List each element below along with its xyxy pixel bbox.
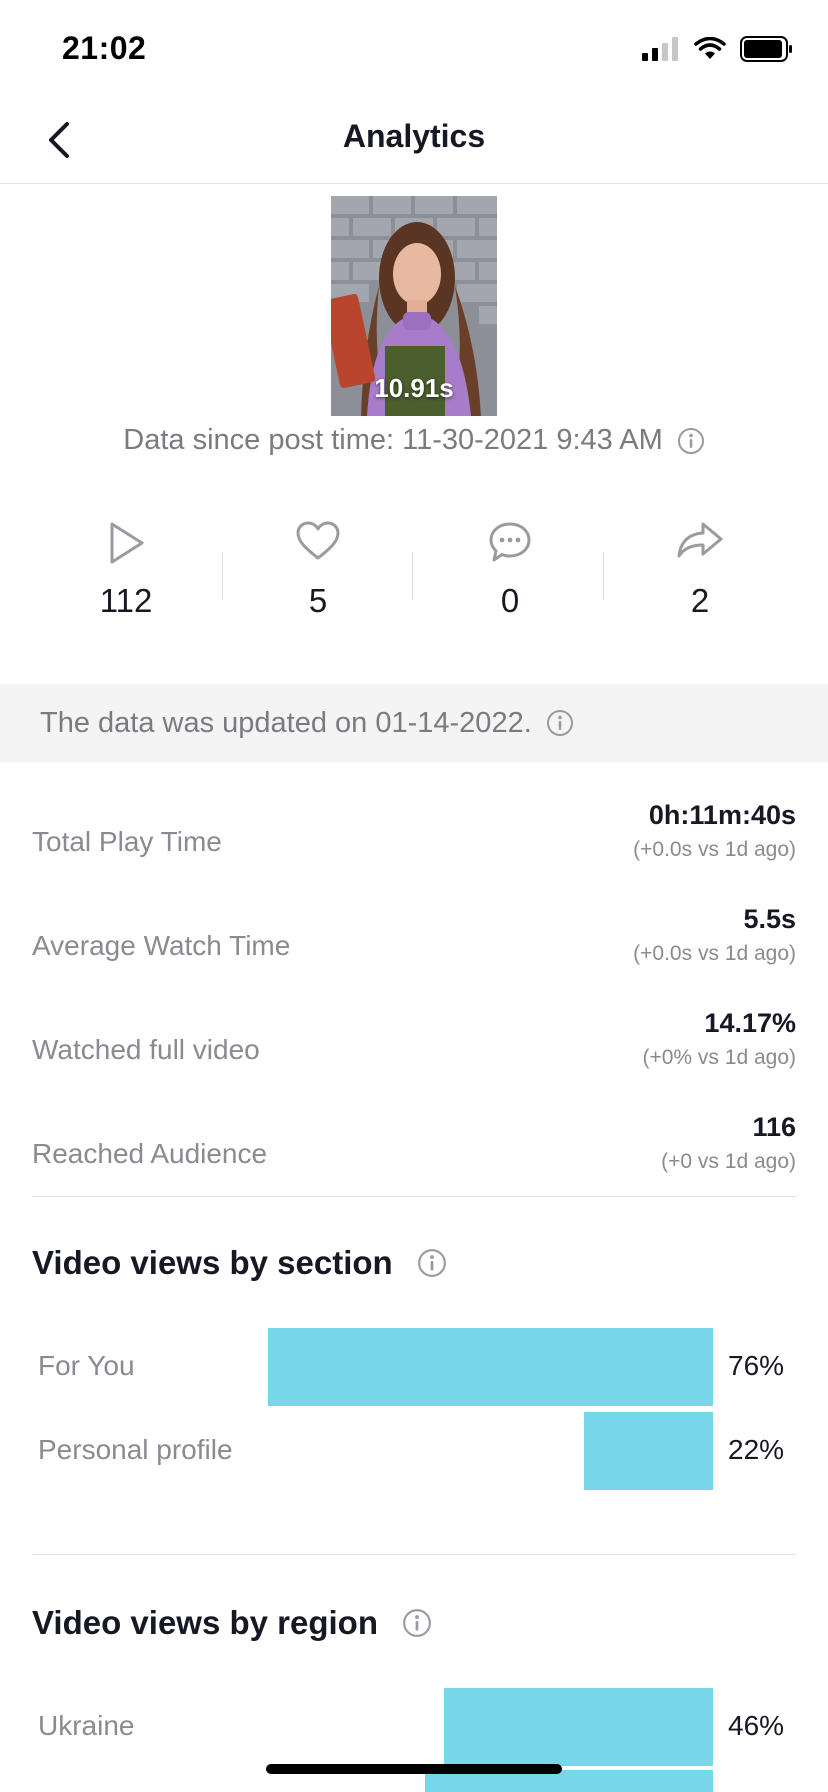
views-count: 112 xyxy=(99,582,153,619)
likes-count: 5 xyxy=(308,582,328,619)
metric-watched-full-video: Watched full video 14.17% (+0% vs 1d ago… xyxy=(32,1008,796,1088)
bar-label: Personal profile xyxy=(38,1434,233,1465)
metric-delta: (+0.0s vs 1d ago) xyxy=(633,838,796,861)
stat-shares: 2 xyxy=(630,520,770,620)
stat-divider xyxy=(412,552,413,600)
metric-label: Total Play Time xyxy=(32,826,222,857)
metric-label: Reached Audience xyxy=(32,1138,268,1169)
engagement-stats: 112 5 0 2 xyxy=(0,520,828,630)
section-bar-row: For You 76% xyxy=(38,1328,798,1406)
battery-icon xyxy=(740,36,792,62)
updated-notice: The data was updated on 01-14-2022. xyxy=(0,684,828,762)
bar xyxy=(268,1328,713,1406)
metric-label: Watched full video xyxy=(32,1034,260,1065)
wifi-icon xyxy=(694,37,726,59)
comments-count: 0 xyxy=(500,582,520,619)
status-icons xyxy=(642,36,794,62)
bar xyxy=(444,1688,713,1766)
info-icon[interactable] xyxy=(417,1248,447,1278)
nav-bar: Analytics xyxy=(0,96,828,184)
home-indicator[interactable] xyxy=(266,1764,562,1774)
stat-views: 112 xyxy=(56,520,196,620)
post-time-row: Data since post time: 11-30-2021 9:43 AM xyxy=(0,424,828,457)
share-icon xyxy=(677,522,723,558)
section-views-heading: Video views by section xyxy=(32,1244,393,1281)
metric-reached-audience: Reached Audience 116 (+0 vs 1d ago) xyxy=(32,1112,796,1192)
bar-percent: 46% xyxy=(728,1710,785,1741)
stat-comments: 0 xyxy=(440,520,580,620)
bar-percent: 76% xyxy=(728,1350,785,1381)
stat-divider xyxy=(222,552,223,600)
metric-value: 116 xyxy=(752,1112,796,1142)
region-views-heading: Video views by region xyxy=(32,1604,379,1641)
region-bar-row: Ukraine 46% xyxy=(38,1688,798,1766)
post-time-text: Data since post time: 11-30-2021 9:43 AM xyxy=(123,424,663,456)
metric-delta: (+0.0s vs 1d ago) xyxy=(633,942,796,965)
bar-label: For You xyxy=(38,1350,135,1381)
comment-icon xyxy=(489,522,531,562)
divider xyxy=(32,1196,796,1197)
page-title: Analytics xyxy=(342,118,486,154)
info-icon[interactable] xyxy=(677,427,705,455)
bar xyxy=(584,1412,713,1490)
video-duration: 10.91s xyxy=(374,373,454,403)
divider xyxy=(32,1554,796,1555)
stat-divider xyxy=(603,552,604,600)
video-thumbnail[interactable]: 10.91s xyxy=(331,196,497,416)
stat-likes: 5 xyxy=(248,520,388,620)
metric-average-watch-time: Average Watch Time 5.5s (+0.0s vs 1d ago… xyxy=(32,904,796,984)
play-icon xyxy=(110,522,144,564)
region-views-title: Video views by region xyxy=(32,1604,432,1642)
status-bar: 21:02 xyxy=(0,0,828,96)
heart-icon xyxy=(296,521,340,560)
info-icon[interactable] xyxy=(546,709,574,737)
info-icon[interactable] xyxy=(402,1608,432,1638)
section-bar-row: Personal profile 22% xyxy=(38,1412,798,1490)
metric-total-play-time: Total Play Time 0h:11m:40s (+0.0s vs 1d … xyxy=(32,800,796,880)
metric-delta: (+0% vs 1d ago) xyxy=(642,1046,796,1069)
metric-label: Average Watch Time xyxy=(32,930,291,961)
section-views-title: Video views by section xyxy=(32,1244,447,1282)
signal-icon xyxy=(642,37,678,61)
metric-value: 14.17% xyxy=(704,1008,796,1038)
shares-count: 2 xyxy=(690,582,710,619)
updated-text: The data was updated on 01-14-2022. xyxy=(40,706,532,739)
metric-delta: (+0 vs 1d ago) xyxy=(661,1150,796,1173)
bar-label: Ukraine xyxy=(38,1710,135,1741)
metric-value: 0h:11m:40s xyxy=(648,800,796,830)
bar-percent: 22% xyxy=(728,1434,785,1465)
status-time: 21:02 xyxy=(62,30,147,66)
metric-value: 5.5s xyxy=(743,904,796,934)
